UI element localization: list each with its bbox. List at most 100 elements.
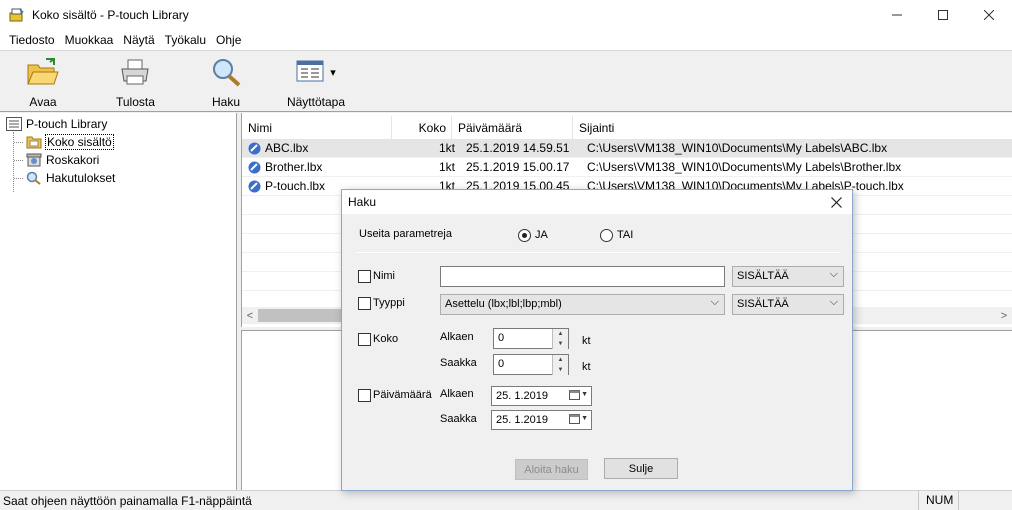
dialog-close-button[interactable] [826, 192, 846, 212]
type-condition-select[interactable]: SISÄLTÄÄ ⌵ [732, 294, 844, 315]
toolbar: Avaa Tulosta Haku ▾ Näyttötapa [0, 50, 1012, 112]
spin-up-icon[interactable]: ▲ [552, 355, 568, 365]
close-dialog-button[interactable]: Sulje [604, 458, 678, 479]
table-row[interactable]: ABC.lbx 1kt 25.1.2019 14.59.51 C:\Users\… [242, 139, 1012, 158]
status-bar: Saat ohjeen näyttöön painamalla F1-näppä… [0, 490, 1012, 510]
size-checkbox[interactable] [358, 333, 371, 346]
row-date: 25.1.2019 15.00.17 [466, 160, 570, 174]
scroll-right-arrow[interactable]: > [996, 307, 1012, 324]
search-button[interactable]: Haku [209, 55, 243, 109]
row-name: Brother.lbx [265, 160, 323, 174]
print-button[interactable]: Tulosta [116, 55, 155, 109]
menu-file[interactable]: Tiedosto [4, 33, 60, 47]
tree-root-label: P-touch Library [26, 117, 108, 131]
open-label: Avaa [29, 95, 57, 109]
type-condition-value: SISÄLTÄÄ [737, 298, 789, 310]
row-location: C:\Users\VM138_WIN10\Documents\My Labels… [587, 160, 902, 174]
name-condition-select[interactable]: SISÄLTÄÄ ⌵ [732, 266, 844, 287]
tree-connector [14, 142, 23, 143]
tree-item-label: Roskakori [46, 153, 100, 167]
name-condition-value: SISÄLTÄÄ [737, 270, 789, 282]
minimize-icon [892, 14, 902, 16]
type-select[interactable]: Asettelu (lbx;lbl;lbp;mbl) ⌵ [440, 294, 725, 315]
date-checkbox[interactable] [358, 389, 371, 402]
view-mode-button[interactable]: ▾ Näyttötapa [286, 55, 346, 109]
close-icon [984, 10, 994, 20]
spin-down-icon[interactable]: ▼ [552, 365, 568, 375]
size-from-stepper[interactable]: 0 ▲ ▼ [493, 328, 569, 349]
name-input[interactable] [440, 266, 725, 287]
window-title: Koko sisältö - P-touch Library [32, 8, 189, 22]
lbx-file-icon [248, 142, 261, 154]
open-button[interactable]: Avaa [26, 55, 60, 109]
spin-down-icon[interactable]: ▼ [552, 339, 568, 349]
chevron-down-icon: ▼ [581, 415, 588, 422]
type-value: Asettelu (lbx;lbl;lbp;mbl) [445, 298, 562, 310]
row-location: C:\Users\VM138_WIN10\Documents\My Labels… [587, 141, 888, 155]
size-from-unit: kt [582, 335, 591, 347]
menu-view[interactable]: Näytä [118, 33, 159, 47]
name-label: Nimi [373, 270, 395, 282]
menu-edit[interactable]: Muokkaa [60, 33, 119, 47]
p-touch-app-icon [9, 8, 24, 22]
size-label: Koko [373, 333, 399, 345]
row-size: 1kt [438, 141, 455, 155]
status-panel [958, 491, 996, 510]
calendar-icon [569, 414, 581, 424]
date-from-picker[interactable]: 25. 1.2019 ▼ [491, 386, 592, 406]
maximize-icon [938, 10, 948, 20]
column-name[interactable]: Nimi [242, 116, 392, 140]
minimize-button[interactable] [874, 0, 920, 30]
and-radio[interactable] [518, 229, 531, 242]
view-mode-label: Näyttötapa [286, 95, 346, 109]
tree-item-label: Hakutulokset [46, 171, 116, 185]
or-label: TAI [617, 229, 634, 241]
menu-tools[interactable]: Työkalu [160, 33, 211, 47]
search-icon [213, 59, 241, 87]
column-date[interactable]: Päivämäärä [452, 116, 573, 140]
row-name: ABC.lbx [265, 141, 309, 155]
title-bar: Koko sisältö - P-touch Library [0, 0, 1012, 30]
chevron-down-icon: ⌵ [710, 296, 719, 308]
tree-connector [14, 160, 23, 161]
size-to-stepper[interactable]: 0 ▲ ▼ [493, 354, 569, 375]
size-from-label: Alkaen [440, 331, 474, 343]
dialog-body: Useita parametreja JA TAI Nimi SISÄLTÄÄ … [342, 214, 852, 490]
date-to-picker[interactable]: 25. 1.2019 ▼ [491, 410, 592, 430]
search-dialog: Haku Useita parametreja JA TAI Nimi SISÄ… [341, 189, 853, 491]
dialog-title-bar: Haku [342, 190, 852, 214]
type-checkbox[interactable] [358, 297, 371, 310]
or-radio[interactable] [600, 229, 613, 242]
printer-icon [121, 59, 150, 85]
column-size[interactable]: Koko [392, 116, 452, 140]
dialog-title: Haku [348, 195, 377, 209]
tree-connector [13, 132, 27, 192]
maximize-button[interactable] [920, 0, 966, 30]
name-checkbox[interactable] [358, 270, 371, 283]
tree-item-all-contents[interactable]: Koko sisältö [26, 133, 114, 151]
date-label: Päivämäärä [373, 389, 432, 401]
start-search-button[interactable]: Aloita haku [515, 459, 588, 480]
table-row[interactable]: Brother.lbx 1kt 25.1.2019 15.00.17 C:\Us… [242, 158, 1012, 177]
scroll-left-arrow[interactable]: < [242, 307, 258, 324]
tree-connector [14, 178, 23, 179]
lbx-file-icon [248, 161, 261, 173]
tree-item-trash[interactable]: Roskakori [26, 151, 99, 169]
lbx-file-icon [248, 180, 261, 192]
separator [356, 252, 840, 253]
size-to-value: 0 [498, 358, 505, 370]
spin-up-icon[interactable]: ▲ [552, 329, 568, 339]
tree-item-search-results[interactable]: Hakutulokset [26, 169, 115, 187]
view-dropdown-icon: ▾ [330, 66, 336, 79]
open-folder-icon [27, 58, 59, 85]
date-to-label: Saakka [440, 413, 477, 425]
list-header: Nimi Koko Päivämäärä Sijainti [242, 116, 1012, 140]
tree-root[interactable]: P-touch Library [6, 115, 107, 133]
menu-help[interactable]: Ohje [211, 33, 246, 47]
close-button[interactable] [966, 0, 1012, 30]
chevron-down-icon: ▼ [581, 391, 588, 398]
search-label: Haku [211, 95, 240, 109]
row-size: 1kt [438, 160, 455, 174]
column-location[interactable]: Sijainti [573, 116, 1012, 140]
library-icon [6, 117, 22, 131]
